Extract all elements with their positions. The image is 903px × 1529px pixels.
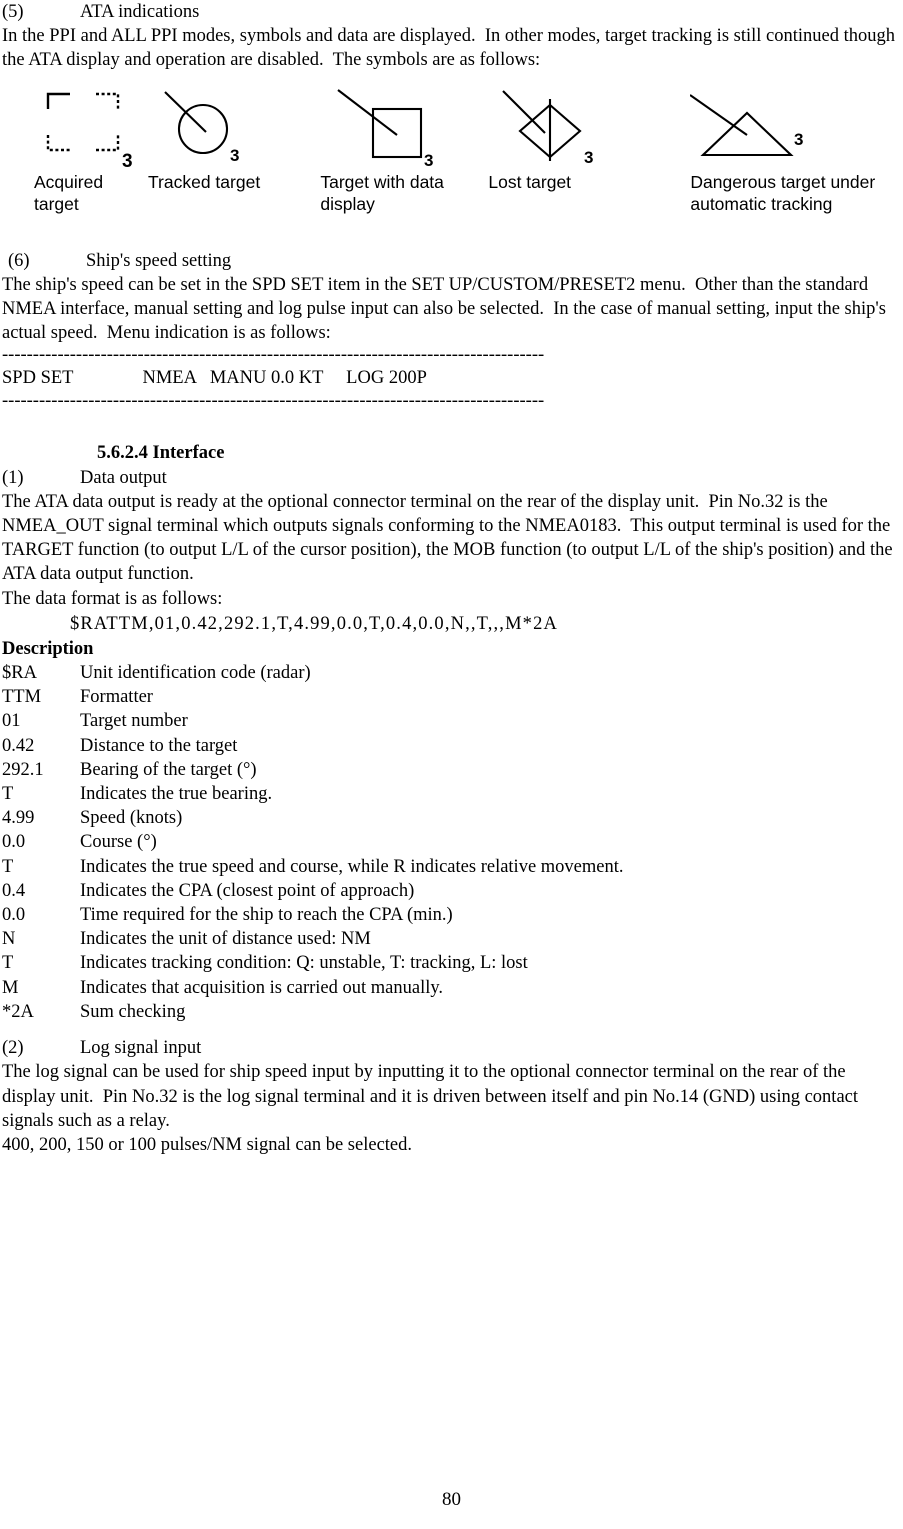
desc-key: TTM [2, 687, 42, 708]
table-row: 0.0 Course (°) [2, 830, 901, 854]
heading-title: Log signal input [80, 1038, 202, 1059]
menu-rule-top: ----------------------------------------… [2, 345, 545, 366]
table-row: N Indicates the unit of distance used: N… [2, 927, 901, 951]
table-row: T Indicates the true speed and course, w… [2, 855, 901, 879]
desc-value: Distance to the target [80, 735, 238, 756]
desc-value: Indicates that acquisition is carried ou… [80, 977, 444, 998]
symbol-tracked-target: 3 Tracked target [135, 87, 293, 193]
symbol-label: Tracked target [148, 171, 261, 192]
desc-value: Indicates the true speed and course, whi… [80, 856, 624, 877]
desc-value: Bearing of the target (°) [80, 759, 257, 780]
desc-key: 01 [2, 711, 21, 732]
table-row: 01 Target number [2, 709, 901, 733]
svg-text:3: 3 [122, 151, 133, 169]
table-row: T Indicates the true bearing. [2, 782, 901, 806]
symbol-lost-target: 3 Lost target [458, 87, 618, 193]
desc-key: $RA [2, 663, 37, 684]
desc-key: N [2, 929, 16, 950]
lost-target-icon: 3 [488, 87, 618, 169]
desc-key: 0.0 [2, 832, 26, 853]
paragraph-pulse-options: 400, 200, 150 or 100 pulses/NM signal ca… [2, 1134, 413, 1155]
desc-key: T [2, 784, 14, 805]
menu-rule-bottom: ----------------------------------------… [2, 391, 545, 412]
paragraph-ship-speed: The ship's speed can be set in the SPD S… [2, 274, 891, 344]
heading-number: (6) [8, 250, 30, 271]
svg-text:3: 3 [230, 146, 239, 165]
nmea-sentence: $RATTM,01,0.42,292.1,T,4.99,0.0,T,0.4,0.… [70, 613, 558, 634]
desc-key: *2A [2, 1001, 34, 1022]
table-row: 292.1 Bearing of the target (°) [2, 758, 901, 782]
table-row: $RA Unit identification code (radar) [2, 661, 901, 685]
desc-key: T [2, 953, 14, 974]
heading-number: (5) [2, 2, 24, 22]
description-table: $RA Unit identification code (radar) TTM… [2, 661, 901, 1024]
symbol-dangerous-target: 3 Dangerous target under automatic track… [618, 87, 901, 215]
table-row: T Indicates tracking condition: Q: unsta… [2, 951, 901, 975]
desc-value: Formatter [80, 687, 153, 708]
desc-key: 4.99 [2, 808, 35, 829]
section-heading-interface: 5.6.2.4 Interface [97, 443, 225, 464]
dangerous-target-icon: 3 [690, 87, 901, 169]
desc-value: Sum checking [80, 1001, 186, 1022]
symbol-label: Dangerous target under automatic trackin… [690, 171, 876, 214]
tracked-target-icon: 3 [148, 87, 293, 169]
desc-key: T [2, 856, 14, 877]
desc-value: Speed (knots) [80, 808, 183, 829]
heading-title: Data output [80, 467, 167, 488]
svg-text:3: 3 [794, 130, 803, 149]
desc-key: M [2, 977, 19, 998]
desc-key: 0.4 [2, 880, 26, 901]
table-row: *2A Sum checking [2, 1000, 901, 1024]
paragraph-log-signal: The log signal can be used for ship spee… [2, 1062, 863, 1131]
symbol-label: Target with data display [320, 171, 444, 214]
heading-title: Ship's speed setting [86, 250, 232, 271]
acquired-target-icon: 3 [34, 87, 135, 169]
table-row: 4.99 Speed (knots) [2, 806, 901, 830]
desc-value: Course (°) [80, 832, 157, 853]
desc-value: Unit identification code (radar) [80, 663, 311, 684]
symbol-target-with-data: 3 Target with data display [293, 87, 458, 215]
table-row: 0.42 Distance to the target [2, 734, 901, 758]
heading-title: ATA indications [80, 2, 200, 22]
desc-key: 292.1 [2, 759, 44, 780]
document-page: (5) ATA indications In the PPI and ALL P… [0, 0, 903, 1529]
svg-text:3: 3 [584, 148, 593, 167]
desc-value: Indicates the CPA (closest point of appr… [80, 880, 415, 901]
table-row: 0.0 Time required for the ship to reach … [2, 903, 901, 927]
desc-value: Indicates tracking condition: Q: unstabl… [80, 953, 528, 974]
desc-key: 0.0 [2, 905, 26, 926]
page-number: 80 [442, 1489, 461, 1510]
heading-ata-indications: (5) ATA indications [2, 0, 901, 24]
heading-data-output: (1) Data output [2, 466, 901, 490]
symbol-acquired-target: 3 Acquired target [2, 87, 135, 215]
paragraph-data-format: The data format is as follows: [2, 588, 223, 609]
desc-key: 0.42 [2, 735, 35, 756]
paragraph-ata-intro: In the PPI and ALL PPI modes, symbols an… [2, 26, 900, 71]
table-row: M Indicates that acquisition is carried … [2, 976, 901, 1000]
desc-value: Target number [80, 711, 188, 732]
symbol-label: Acquired target [34, 171, 104, 214]
symbol-legend-row: 3 Acquired target 3 Tracked target 3 Tar… [2, 87, 901, 227]
desc-value: Time required for the ship to reach the … [80, 905, 453, 926]
table-row: 0.4 Indicates the CPA (closest point of … [2, 879, 901, 903]
heading-log-signal-input: (2) Log signal input [2, 1036, 901, 1060]
desc-value: Indicates the true bearing. [80, 784, 273, 805]
paragraph-data-output: The ATA data output is ready at the opti… [2, 491, 897, 585]
svg-text:3: 3 [424, 151, 433, 169]
heading-ship-speed-setting: (6) Ship's speed setting [2, 249, 901, 273]
heading-number: (1) [2, 467, 24, 488]
desc-value: Indicates the unit of distance used: NM [80, 929, 371, 950]
heading-number: (2) [2, 1038, 24, 1059]
menu-indication-block: ----------------------------------------… [2, 345, 901, 411]
description-heading: Description [2, 638, 94, 659]
table-row: TTM Formatter [2, 685, 901, 709]
target-with-data-icon: 3 [320, 87, 458, 169]
symbol-label: Lost target [488, 171, 572, 192]
menu-spd-set-line: SPD SET NMEA MANU 0.0 KT LOG 200P [2, 368, 427, 389]
